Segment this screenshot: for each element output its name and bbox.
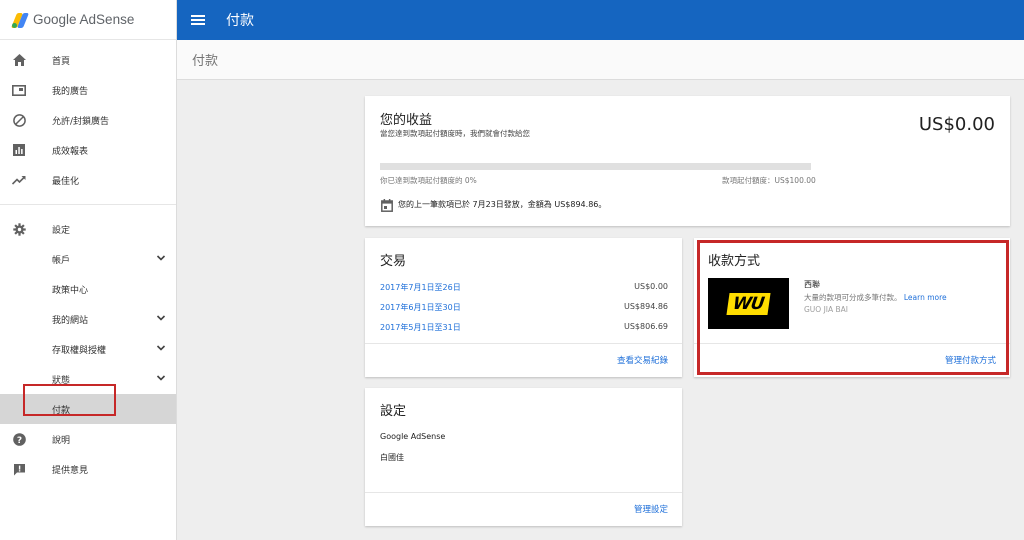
transaction-date-link[interactable]: 2017年7月1日至26日 [380,282,461,293]
payment-method-card: 收款方式 WU 西聯 大量的款項可分成多筆付款。 Learn more GUO … [694,238,1010,377]
settings-owner: 白國佳 [380,453,404,462]
sidebar-item-label: 存取權與授權 [52,345,107,356]
divider [0,204,176,205]
western-union-logo: WU [708,278,789,329]
payment-method-name: 西聯 [804,280,820,289]
transaction-amount: US$894.86 [623,302,668,311]
breadcrumb: 付款 [192,54,219,69]
sidebar-item-my-sites[interactable]: 我的網站 [0,304,176,334]
sidebar-item-label: 允許/封鎖廣告 [52,116,110,127]
payment-method-title: 收款方式 [708,254,761,269]
breadcrumb-bar: 付款 [177,40,1024,80]
table-row: 2017年6月1日至30日 US$894.86 [380,302,668,314]
learn-more-link[interactable]: Learn more [904,293,947,302]
transaction-date-link[interactable]: 2017年5月1日至31日 [380,322,461,333]
sidebar-item-label: 最佳化 [52,176,80,187]
gear-icon [11,222,27,236]
calendar-icon [381,197,393,216]
table-row: 2017年7月1日至26日 US$0.00 [380,282,668,294]
adsense-logo-icon [10,12,30,28]
block-icon [11,113,27,127]
settings-title: 設定 [380,404,407,419]
sidebar-item-label: 設定 [52,225,71,236]
sidebar-item-feedback[interactable]: 提供意見 [0,454,176,484]
transactions-title: 交易 [380,254,407,269]
chevron-down-icon[interactable] [155,342,167,354]
threshold-label: 款項起付額度：US$100.00 [722,176,816,185]
payment-method-desc: 大量的款項可分成多筆付款。 Learn more [804,292,947,303]
sidebar-item-optimize[interactable]: 最佳化 [0,165,176,195]
payment-method-desc-text: 大量的款項可分成多筆付款。 [804,293,902,302]
adsense-logo[interactable]: Google AdSense [0,0,176,40]
feedback-icon [11,462,27,476]
earnings-card: 您的收益 當您達到款項起付額度時，我們就會付款給您 US$0.00 你已達到款項… [365,96,1010,226]
logo-text: Google AdSense [33,12,135,27]
sidebar-item-reports[interactable]: 成效報表 [0,135,176,165]
sidebar-item-label: 首頁 [52,56,71,67]
payee-name: GUO JIA BAI [804,305,849,314]
sidebar-item-policy-center[interactable]: 政策中心 [0,274,176,304]
settings-card: 設定 Google AdSense 白國佳 管理設定 [365,388,682,526]
card-footer: 管理設定 [365,492,682,526]
page-title: 付款 [226,13,254,29]
sidebar-item-help[interactable]: ? 說明 [0,424,176,454]
settings-product: Google AdSense [380,432,446,441]
sidebar-item-label: 說明 [52,435,71,446]
earnings-amount: US$0.00 [918,114,995,135]
sidebar-item-label: 成效報表 [52,146,89,157]
transaction-amount: US$0.00 [634,282,668,291]
chevron-down-icon[interactable] [155,312,167,324]
transactions-card: 交易 2017年7月1日至26日 US$0.00 2017年6月1日至30日 U… [365,238,682,377]
trending-up-icon [11,173,27,187]
threshold-progress-bar [380,163,811,170]
payments-highlight-box [23,384,116,416]
sidebar-item-label: 政策中心 [52,285,89,296]
chevron-down-icon[interactable] [155,372,167,384]
view-transactions-link[interactable]: 查看交易紀錄 [617,354,668,366]
card-footer: 查看交易紀錄 [365,343,682,377]
sidebar-item-account[interactable]: 帳戶 [0,244,176,274]
ad-unit-icon [11,83,27,97]
sidebar-item-allow-block-ads[interactable]: 允許/封鎖廣告 [0,105,176,135]
sidebar: Google AdSense 首頁 我的廣告 允許/封鎖廣告 成效報表 最佳化 [0,0,177,540]
menu-icon[interactable] [191,15,205,25]
manage-payment-methods-link[interactable]: 管理付款方式 [945,354,996,366]
sidebar-item-access-authorization[interactable]: 存取權與授權 [0,334,176,364]
sidebar-item-settings[interactable]: 設定 [0,214,176,244]
sidebar-item-label: 我的廣告 [52,86,89,97]
earnings-title: 您的收益 [380,113,433,128]
sidebar-item-label: 我的網站 [52,315,89,326]
home-icon [11,53,27,67]
help-icon: ? [11,432,27,446]
sidebar-item-label: 帳戶 [52,255,71,266]
bar-chart-icon [11,143,27,157]
svg-text:?: ? [16,436,21,446]
transaction-amount: US$806.69 [623,322,668,331]
wu-logo-text: WU [726,292,771,315]
table-row: 2017年5月1日至31日 US$806.69 [380,322,668,334]
chevron-down-icon[interactable] [155,252,167,264]
manage-settings-link[interactable]: 管理設定 [634,503,668,515]
card-footer: 管理付款方式 [694,343,1010,377]
sidebar-item-my-ads[interactable]: 我的廣告 [0,75,176,105]
last-payment-text: 您的上一筆款項已於 7月23日發放，金額為 US$894.86。 [398,200,607,209]
earnings-subtitle: 當您達到款項起付額度時，我們就會付款給您 [380,129,530,138]
sidebar-item-home[interactable]: 首頁 [0,45,176,75]
sidebar-item-label: 提供意見 [52,465,89,476]
progress-percent-label: 你已達到款項起付額度的 0% [380,176,477,185]
transaction-date-link[interactable]: 2017年6月1日至30日 [380,302,461,313]
top-app-bar: 付款 [177,0,1024,40]
